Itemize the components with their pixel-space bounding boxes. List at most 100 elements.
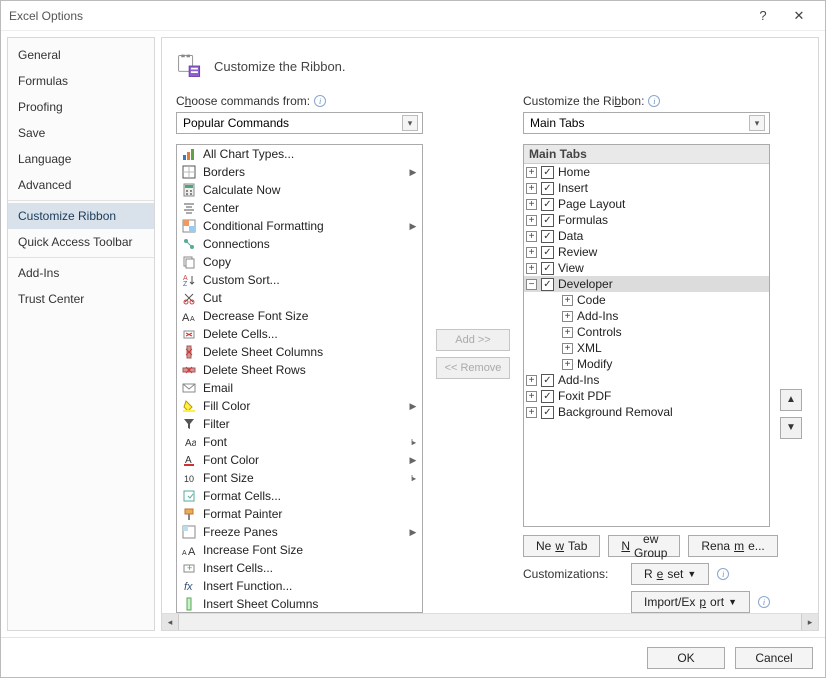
checkbox[interactable]: ✓: [541, 214, 554, 227]
tree-item[interactable]: +Code: [524, 292, 769, 308]
command-item[interactable]: fxInsert Function...: [177, 577, 422, 595]
command-item[interactable]: AAIncrease Font Size: [177, 541, 422, 559]
command-item[interactable]: Fill Color▶: [177, 397, 422, 415]
expand-icon[interactable]: +: [526, 247, 537, 258]
checkbox[interactable]: ✓: [541, 182, 554, 195]
horizontal-scrollbar[interactable]: ◂ ▸: [162, 613, 818, 630]
command-item[interactable]: Format Painter: [177, 505, 422, 523]
tree-item[interactable]: +✓View: [524, 260, 769, 276]
tree-item[interactable]: +✓Background Removal: [524, 404, 769, 420]
nav-customize-ribbon[interactable]: Customize Ribbon: [8, 203, 154, 229]
expand-icon[interactable]: +: [562, 343, 573, 354]
nav-advanced[interactable]: Advanced: [8, 172, 154, 198]
checkbox[interactable]: ✓: [541, 246, 554, 259]
tree-item[interactable]: +✓Page Layout: [524, 196, 769, 212]
checkbox[interactable]: ✓: [541, 166, 554, 179]
tree-item[interactable]: +✓Home: [524, 164, 769, 180]
command-item[interactable]: Copy: [177, 253, 422, 271]
tree-item[interactable]: +✓Add-Ins: [524, 372, 769, 388]
cancel-button[interactable]: Cancel: [735, 647, 813, 669]
command-item[interactable]: Center: [177, 199, 422, 217]
info-icon[interactable]: i: [717, 568, 729, 580]
tree-item[interactable]: +✓Data: [524, 228, 769, 244]
command-item[interactable]: AZCustom Sort...: [177, 271, 422, 289]
expand-icon[interactable]: +: [526, 199, 537, 210]
nav-quick-access-toolbar[interactable]: Quick Access Toolbar: [8, 229, 154, 255]
command-item[interactable]: Connections: [177, 235, 422, 253]
info-icon[interactable]: i: [648, 95, 660, 107]
customize-ribbon-dropdown[interactable]: Main Tabs ▾: [523, 112, 770, 134]
ok-button[interactable]: OK: [647, 647, 725, 669]
tree-item[interactable]: +Controls: [524, 324, 769, 340]
expand-icon[interactable]: +: [526, 407, 537, 418]
expand-icon[interactable]: +: [526, 183, 537, 194]
tree-item[interactable]: +✓Formulas: [524, 212, 769, 228]
command-item[interactable]: Freeze Panes▶: [177, 523, 422, 541]
tree-item[interactable]: +Modify: [524, 356, 769, 372]
command-item[interactable]: AADecrease Font Size: [177, 307, 422, 325]
command-item[interactable]: Calculate Now: [177, 181, 422, 199]
tree-item[interactable]: +Add-Ins: [524, 308, 769, 324]
tree-item[interactable]: +✓Review: [524, 244, 769, 260]
new-tab-button[interactable]: New Tab: [523, 535, 600, 557]
scroll-right-icon[interactable]: ▸: [801, 614, 818, 631]
expand-icon[interactable]: +: [526, 263, 537, 274]
move-down-button[interactable]: ▼: [780, 417, 802, 439]
tree-item[interactable]: +✓Foxit PDF: [524, 388, 769, 404]
command-item[interactable]: Cut: [177, 289, 422, 307]
command-item[interactable]: +Insert Cells...: [177, 559, 422, 577]
expand-icon[interactable]: +: [562, 327, 573, 338]
checkbox[interactable]: ✓: [541, 374, 554, 387]
info-icon[interactable]: i: [314, 95, 326, 107]
command-item[interactable]: All Chart Types...: [177, 145, 422, 163]
rename-button[interactable]: Rename...: [688, 535, 777, 557]
nav-trust-center[interactable]: Trust Center: [8, 286, 154, 312]
expand-icon[interactable]: +: [526, 391, 537, 402]
help-button[interactable]: ?: [745, 8, 781, 23]
remove-button[interactable]: << Remove: [436, 357, 510, 379]
new-group-button[interactable]: New Group: [608, 535, 680, 557]
expand-icon[interactable]: +: [562, 295, 573, 306]
checkbox[interactable]: ✓: [541, 262, 554, 275]
close-button[interactable]: ✕: [781, 8, 817, 24]
command-item[interactable]: AaFontI▸: [177, 433, 422, 451]
info-icon[interactable]: i: [758, 596, 770, 608]
collapse-icon[interactable]: −: [526, 279, 537, 290]
nav-general[interactable]: General: [8, 42, 154, 68]
nav-formulas[interactable]: Formulas: [8, 68, 154, 94]
nav-add-ins[interactable]: Add-Ins: [8, 260, 154, 286]
reset-button[interactable]: Reset▼: [631, 563, 709, 585]
expand-icon[interactable]: +: [562, 311, 573, 322]
commands-listbox[interactable]: All Chart Types...Borders▶Calculate NowC…: [176, 144, 423, 613]
tree-item[interactable]: −✓Developer: [524, 276, 769, 292]
checkbox[interactable]: ✓: [541, 390, 554, 403]
command-item[interactable]: Delete Sheet Rows: [177, 361, 422, 379]
command-item[interactable]: 10Font SizeI▸: [177, 469, 422, 487]
add-button[interactable]: Add >>: [436, 329, 510, 351]
checkbox[interactable]: ✓: [541, 230, 554, 243]
ribbon-tabs-tree[interactable]: Main Tabs +✓Home+✓Insert+✓Page Layout+✓F…: [523, 144, 770, 527]
import-export-button[interactable]: Import/Export▼: [631, 591, 750, 613]
expand-icon[interactable]: +: [526, 231, 537, 242]
nav-save[interactable]: Save: [8, 120, 154, 146]
command-item[interactable]: Email: [177, 379, 422, 397]
nav-proofing[interactable]: Proofing: [8, 94, 154, 120]
command-item[interactable]: Conditional Formatting▶: [177, 217, 422, 235]
tree-item[interactable]: +✓Insert: [524, 180, 769, 196]
checkbox[interactable]: ✓: [541, 278, 554, 291]
command-item[interactable]: Insert Sheet Columns: [177, 595, 422, 613]
command-item[interactable]: Delete Sheet Columns: [177, 343, 422, 361]
command-item[interactable]: Format Cells...: [177, 487, 422, 505]
expand-icon[interactable]: +: [526, 375, 537, 386]
scroll-left-icon[interactable]: ◂: [162, 614, 179, 631]
expand-icon[interactable]: +: [562, 359, 573, 370]
expand-icon[interactable]: +: [526, 215, 537, 226]
command-item[interactable]: Borders▶: [177, 163, 422, 181]
command-item[interactable]: Delete Cells...: [177, 325, 422, 343]
nav-language[interactable]: Language: [8, 146, 154, 172]
expand-icon[interactable]: +: [526, 167, 537, 178]
checkbox[interactable]: ✓: [541, 406, 554, 419]
move-up-button[interactable]: ▲: [780, 389, 802, 411]
choose-commands-dropdown[interactable]: Popular Commands ▾: [176, 112, 423, 134]
checkbox[interactable]: ✓: [541, 198, 554, 211]
